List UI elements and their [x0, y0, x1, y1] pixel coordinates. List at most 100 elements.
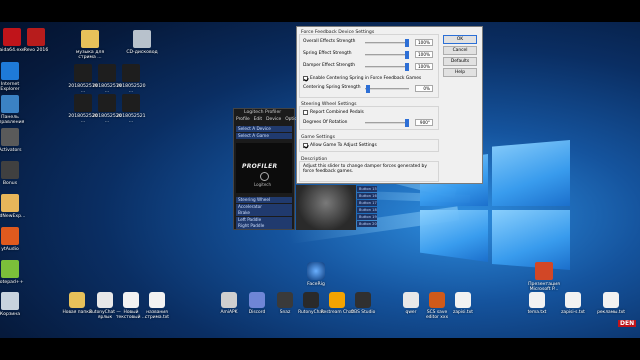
- slider-thumb[interactable]: [405, 119, 409, 127]
- profiler-control-item[interactable]: Left Paddle: [236, 216, 292, 223]
- menu-edit[interactable]: Edit: [254, 117, 263, 122]
- video-thumbnail-icon: [122, 64, 140, 82]
- video-thumbnail-icon: [74, 94, 92, 112]
- folder-icon: [69, 292, 85, 308]
- slider-thumb[interactable]: [405, 51, 409, 59]
- help-button[interactable]: Help: [443, 68, 477, 77]
- desktop-shortcut[interactable]: названия стрима.txt: [140, 292, 174, 320]
- folder-icon: [81, 30, 99, 48]
- allow-game-label: Allow Game To Adjust Settings: [310, 143, 377, 148]
- slider-thumb[interactable]: [405, 39, 409, 47]
- menu-profile[interactable]: Profile: [236, 117, 250, 122]
- desktop-shortcut[interactable]: zapisi.txt: [446, 292, 480, 315]
- amiapk-icon: [221, 292, 237, 308]
- desktop-shortcut[interactable]: 2018052521...: [116, 94, 146, 124]
- profiler-title: Logitech Profiler: [244, 110, 282, 115]
- shortcut-label: tema.txt: [527, 310, 547, 315]
- select-game-item[interactable]: Select A Game: [236, 133, 292, 139]
- desktop-shortcut[interactable]: рекламы.txt: [594, 292, 628, 315]
- cancel-button[interactable]: Cancel: [443, 46, 477, 55]
- video-thumbnail-icon: [98, 64, 116, 82]
- profiler-button-item[interactable]: Button 17: [357, 200, 377, 206]
- slider-label: Damper Effect Strength: [303, 63, 356, 68]
- effect-strength-slider[interactable]: [365, 51, 409, 59]
- bonus-icon: [1, 161, 19, 179]
- desktop-shortcut[interactable]: Revo 2016: [18, 28, 54, 53]
- text-file-icon: [149, 292, 165, 308]
- desktop-shortcut[interactable]: Internet Explorer: [0, 62, 28, 92]
- desktop-shortcut[interactable]: CD-дисковод: [120, 30, 164, 55]
- shortcut-label: zapisi.txt: [453, 310, 473, 315]
- desktop-shortcut[interactable]: музыка для стрима ...: [68, 30, 112, 60]
- slider-thumb[interactable]: [366, 85, 370, 93]
- menu-device[interactable]: Device: [266, 117, 281, 122]
- centering-strength-value: 0%: [415, 85, 433, 92]
- centering-strength-slider[interactable]: [365, 85, 409, 93]
- shortcut-label: Корзина: [0, 312, 21, 317]
- profiler-button-item[interactable]: Button 20: [357, 221, 377, 227]
- ms-presentation-shortcut[interactable]: Презентация Microsoft P...: [524, 262, 564, 292]
- shortcut-label: Internet Explorer: [0, 82, 20, 93]
- powerpoint-icon: [535, 262, 553, 280]
- profiler-button-item[interactable]: Button 19: [357, 214, 377, 220]
- activators-icon: [1, 128, 19, 146]
- shortcut-label: Bonus: [2, 181, 18, 186]
- notepadpp-icon: [1, 260, 19, 278]
- shortcut-label: Revo 2016: [23, 48, 49, 53]
- desktop-shortcut[interactable]: Bonus: [0, 161, 28, 186]
- profiler-control-item[interactable]: Brake: [236, 210, 292, 216]
- rotation-slider[interactable]: [365, 119, 409, 127]
- oldnewexplorer-icon: [1, 194, 19, 212]
- shortcut-label: 2018052521...: [116, 114, 146, 125]
- profiler-logo: PROFILER: [242, 163, 278, 170]
- centering-spring-label: Enable Centering Spring in Force Feedbac…: [310, 76, 422, 81]
- video-thumbnail-icon: [122, 94, 140, 112]
- cd-drive-icon: [133, 30, 151, 48]
- desktop-shortcut[interactable]: tema.txt: [520, 292, 554, 315]
- defaults-button[interactable]: Defaults: [443, 57, 477, 66]
- profiler-button-item[interactable]: Button 18: [357, 207, 377, 213]
- device-properties-dialog[interactable]: Force Feedback Device Settings Overall E…: [296, 26, 483, 184]
- logitech-profiler-window[interactable]: Logitech Profiler Profile Edit Device Op…: [233, 108, 302, 230]
- desktop-shortcut[interactable]: Activators: [0, 128, 28, 153]
- desktop-shortcut[interactable]: OldNewExp...: [0, 194, 28, 219]
- effect-strength-slider[interactable]: [365, 39, 409, 47]
- slider-value: 100%: [415, 51, 433, 58]
- ytaudio-icon: [1, 227, 19, 245]
- desktop-shortcut[interactable]: 2018052520...: [116, 64, 146, 94]
- slider-thumb[interactable]: [405, 63, 409, 71]
- text-file-icon: [455, 292, 471, 308]
- profiler-control-item[interactable]: Steering Wheel: [236, 197, 292, 203]
- discord-icon: [249, 292, 265, 308]
- profiler-button-item[interactable]: Button 16: [357, 193, 377, 199]
- shortcut-label: OldNewExp...: [0, 214, 26, 219]
- desktop-shortcut[interactable]: Корзина: [0, 292, 28, 317]
- desktop-shortcut[interactable]: zapisi-s.txt: [556, 292, 590, 315]
- effect-strength-slider[interactable]: [365, 63, 409, 71]
- profiler-button-item[interactable]: Button 15: [357, 186, 377, 192]
- centering-spring-checkbox[interactable]: [303, 76, 308, 81]
- facerig-label: FaceRig: [307, 282, 325, 287]
- allow-game-checkbox[interactable]: [303, 143, 308, 148]
- desktop-shortcut[interactable]: ytAudio: [0, 227, 28, 252]
- combined-pedals-checkbox[interactable]: [303, 110, 308, 115]
- select-device-item[interactable]: Select A Device: [236, 126, 292, 132]
- ok-button[interactable]: OK: [443, 35, 477, 44]
- desktop-shortcut[interactable]: Notepad++: [0, 260, 28, 285]
- profiler-control-item[interactable]: Accelerator: [236, 203, 292, 210]
- rutonychat-icon: [303, 292, 319, 308]
- shortcut-label: названия стрима.txt: [144, 310, 170, 320]
- shortcut-label: Notepad++: [0, 280, 24, 285]
- slider-value: 100%: [415, 63, 433, 70]
- facerig-shortcut[interactable]: FaceRig: [296, 262, 336, 287]
- text-file-icon: [565, 292, 581, 308]
- shortcut-label: Панель управления: [0, 115, 25, 126]
- video-thumbnail-icon: [98, 94, 116, 112]
- restream-icon: [329, 292, 345, 308]
- desktop-shortcut[interactable]: OBS Studio: [346, 292, 380, 315]
- profiler-control-item[interactable]: Right Paddle: [236, 223, 292, 229]
- desktop-shortcut[interactable]: Панель управления: [0, 95, 28, 125]
- text-file-icon: [123, 292, 139, 308]
- revo-icon: [27, 28, 45, 46]
- shortcut-label: CD-дисковод: [126, 50, 158, 55]
